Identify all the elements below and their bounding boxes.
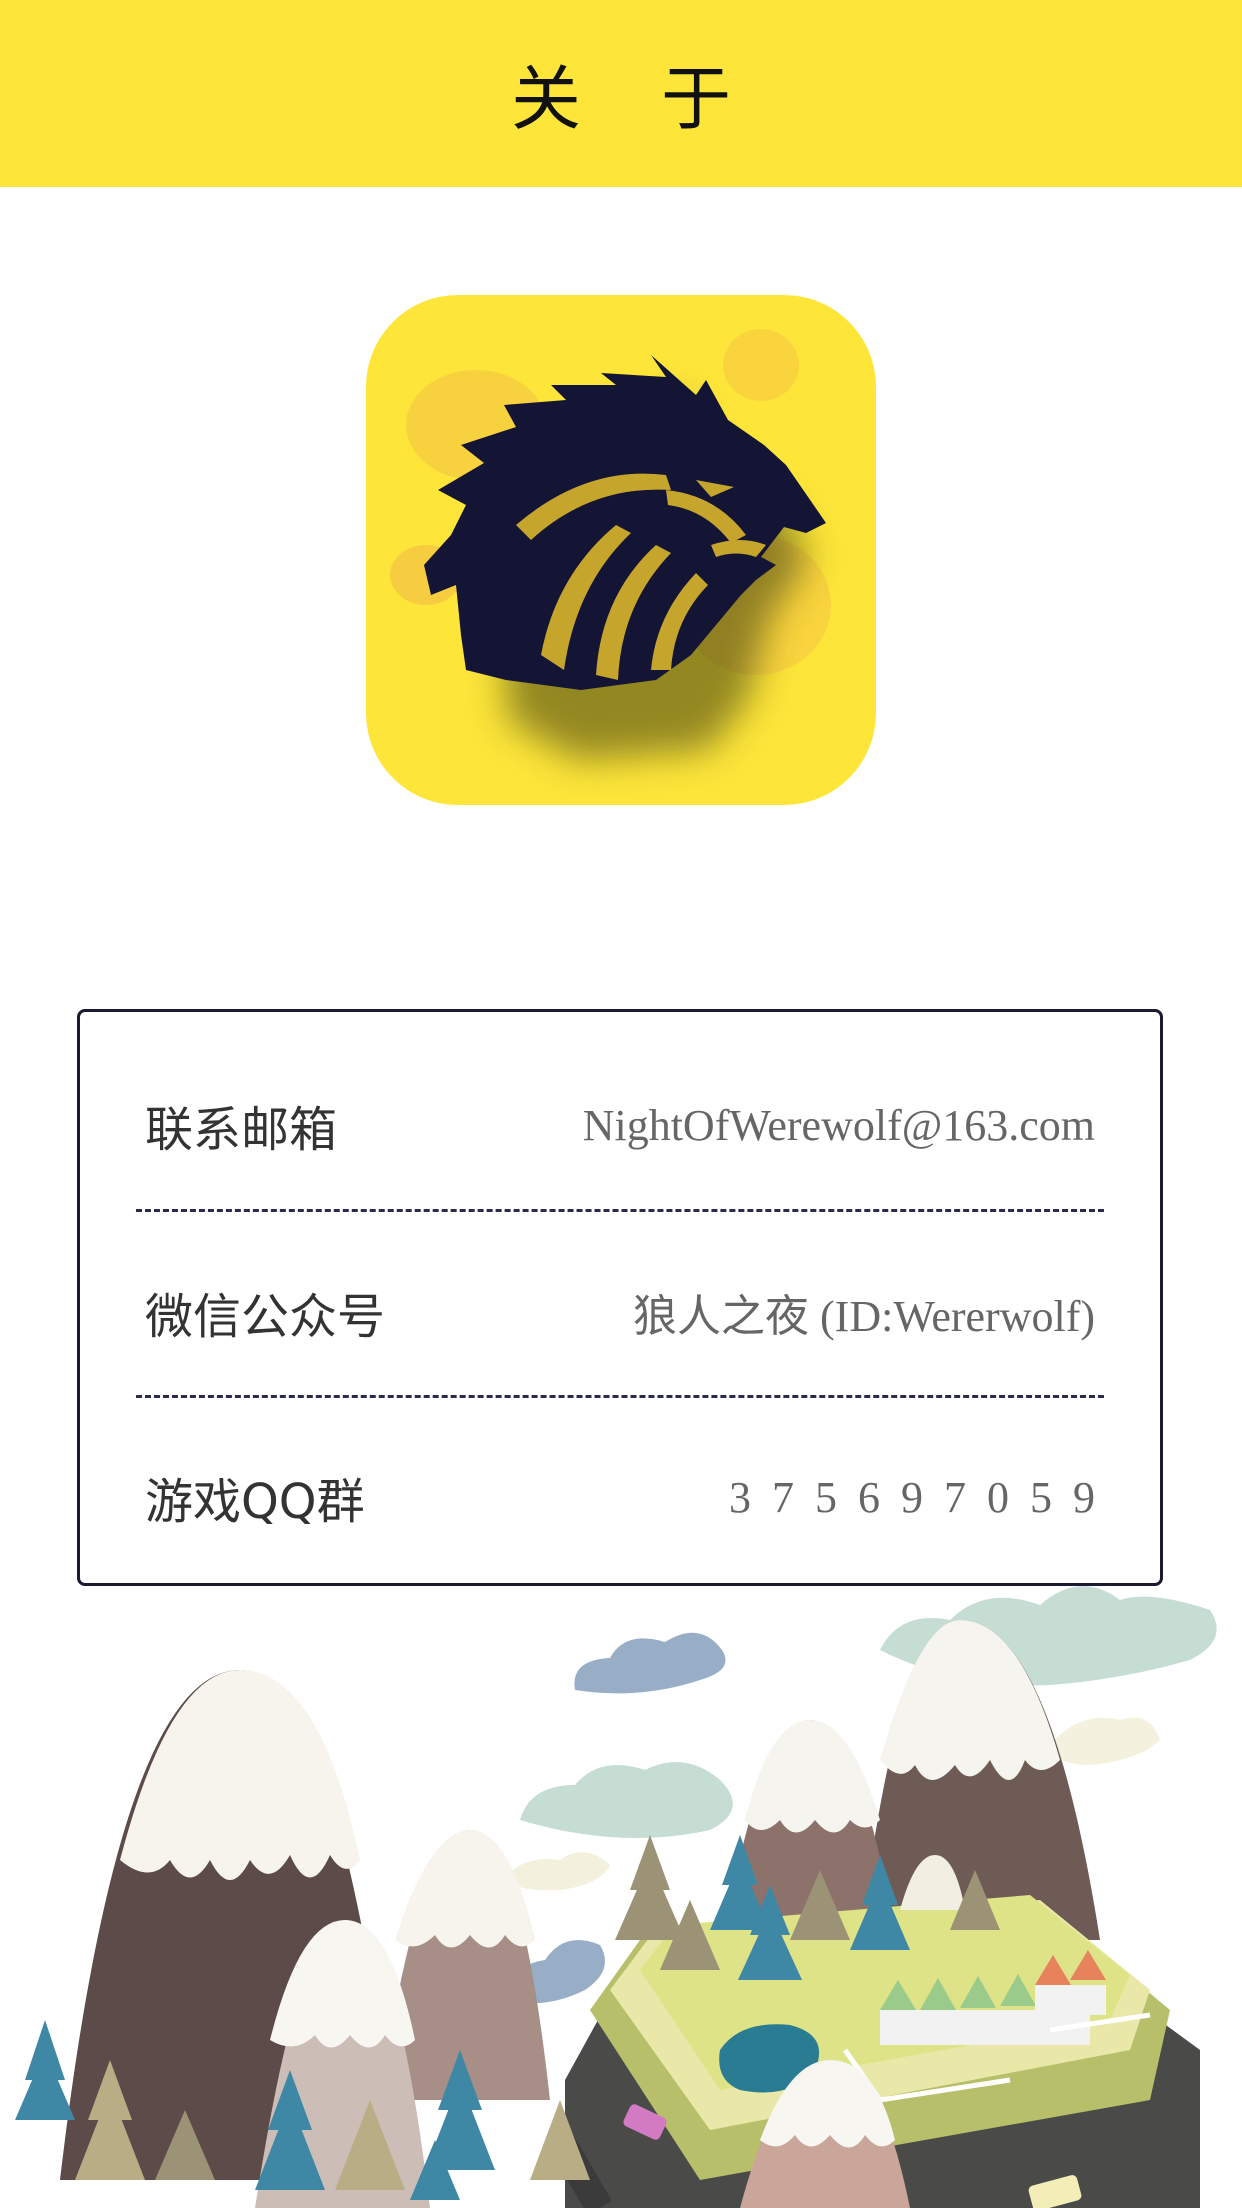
cloud-icon (505, 1852, 610, 1891)
qq-group-row[interactable]: 游戏QQ群 375697059 (145, 1437, 1095, 1557)
wechat-row[interactable]: 微信公众号 狼人之夜 (ID:Wererwolf) (145, 1252, 1095, 1372)
wechat-value[interactable]: 狼人之夜 (ID:Wererwolf) (633, 1280, 1095, 1344)
werewolf-logo-icon (390, 329, 831, 760)
cloud-icon (574, 1632, 726, 1694)
wechat-label: 微信公众号 (145, 1289, 386, 1345)
qq-group-value[interactable]: 375697059 (729, 1472, 1116, 1523)
app-logo (366, 295, 876, 805)
divider (136, 1395, 1104, 1398)
cloud-icon (1050, 1717, 1160, 1765)
divider (136, 1209, 1104, 1212)
email-row[interactable]: 联系邮箱 NightOfWerewolf@163.com (145, 1065, 1095, 1185)
email-label: 联系邮箱 (145, 1102, 338, 1158)
cloud-icon (520, 1762, 733, 1838)
mountain-village-illustration (15, 1586, 1217, 2208)
page-title: 关于 (511, 58, 811, 140)
contact-info-card: 联系邮箱 NightOfWerewolf@163.com 微信公众号 狼人之夜 … (77, 1009, 1163, 1586)
title-bar: 关于 (0, 0, 1242, 187)
email-value[interactable]: NightOfWerewolf@163.com (583, 1100, 1095, 1151)
qq-group-label: 游戏QQ群 (145, 1474, 365, 1530)
